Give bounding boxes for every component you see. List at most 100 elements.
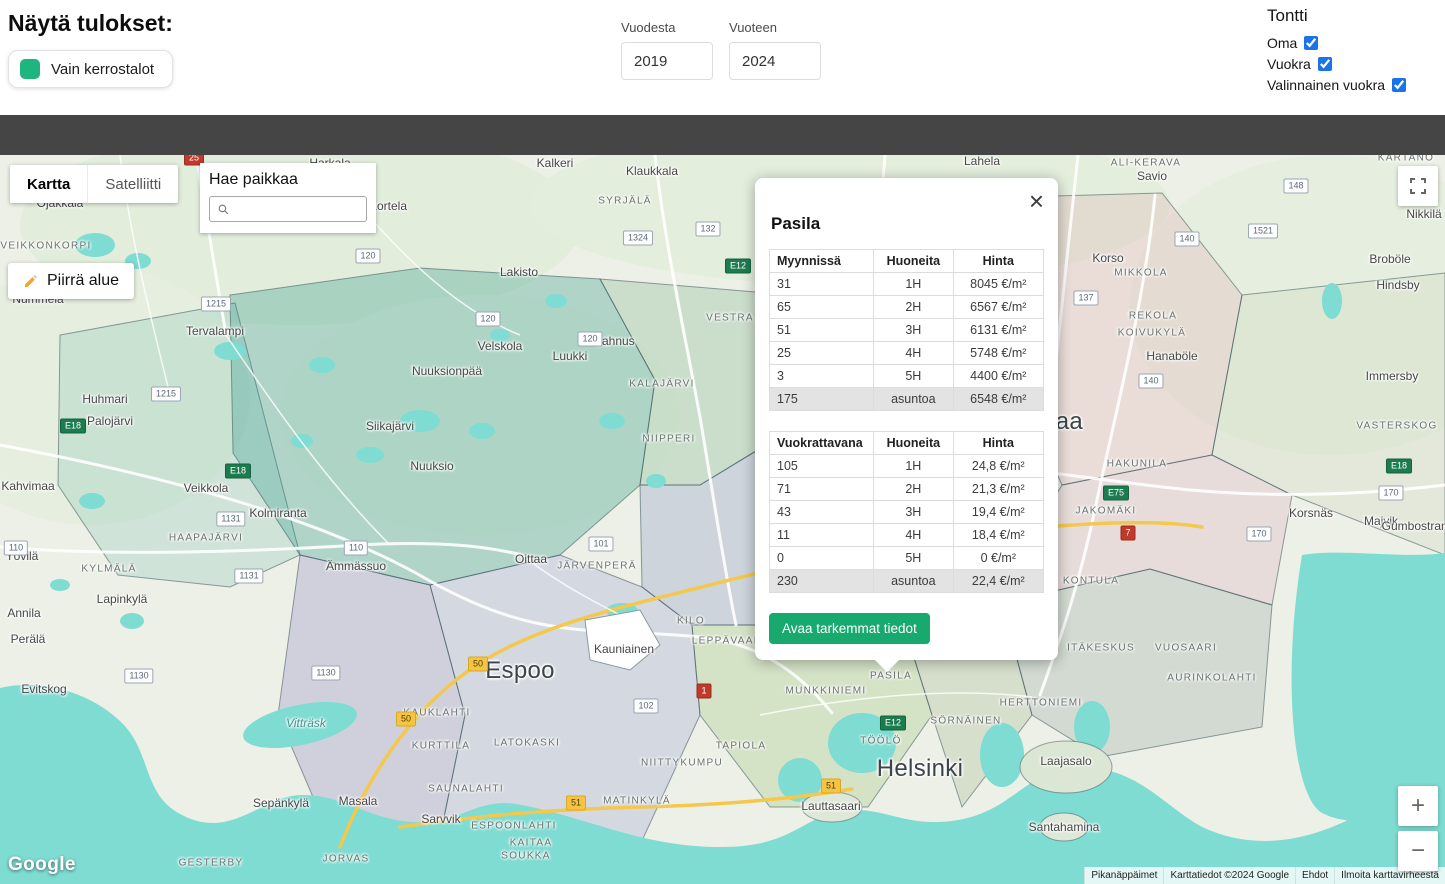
column-header: Huoneita (874, 432, 953, 455)
tontti-option-valinnainen-vuokra[interactable]: Valinnainen vuokra (1267, 77, 1406, 93)
table-cell: 21,3 €/m² (953, 478, 1043, 501)
summary-row: 230 asuntoa 22,4 €/m² (770, 570, 1044, 593)
table-cell: 25 (770, 342, 874, 365)
place-search-card: Hae paikkaa (200, 163, 376, 233)
table-cell: 5748 €/m² (953, 342, 1043, 365)
tontti-option-oma[interactable]: Oma (1267, 35, 1406, 51)
summary-cell: 175 (770, 388, 874, 411)
table-row: 254H5748 €/m² (770, 342, 1044, 365)
summary-cell: asuntoa (874, 388, 953, 411)
only-apartments-label: Vain kerrostalot (51, 61, 154, 78)
draw-area-button[interactable]: Piirrä alue (8, 263, 134, 299)
column-header: Myynnissä (770, 250, 874, 273)
table-row: 35H4400 €/m² (770, 365, 1044, 388)
table-cell: 43 (770, 501, 874, 524)
table-row: 311H8045 €/m² (770, 273, 1044, 296)
popup-title: Pasila (771, 214, 1044, 234)
map-data-copyright: Karttatiedot ©2024 Google (1163, 867, 1295, 884)
table-cell: 18,4 €/m² (953, 524, 1043, 547)
zoom-out-button[interactable]: − (1398, 831, 1438, 871)
tontti-option-valinnainen-vuokra-label: Valinnainen vuokra (1267, 77, 1385, 93)
summary-cell: 22,4 €/m² (953, 570, 1043, 593)
table-cell: 0 (770, 547, 874, 570)
year-to-input[interactable] (729, 42, 821, 80)
table-cell: 19,4 €/m² (953, 501, 1043, 524)
table-cell: 31 (770, 273, 874, 296)
rent-table: Vuokrattavana Huoneita Hinta 1051H24,8 €… (769, 431, 1044, 593)
table-row: 712H21,3 €/m² (770, 478, 1044, 501)
year-to-label: Vuoteen (729, 20, 821, 35)
table-row: 652H6567 €/m² (770, 296, 1044, 319)
map-type-map-button[interactable]: Kartta (10, 165, 87, 203)
draw-area-label: Piirrä alue (47, 272, 119, 290)
tontti-option-vuokra[interactable]: Vuokra (1267, 56, 1406, 72)
table-cell: 65 (770, 296, 874, 319)
search-icon (217, 203, 230, 216)
table-row: 05H0 €/m² (770, 547, 1044, 570)
tontti-option-oma-label: Oma (1267, 35, 1297, 51)
column-header: Hinta (953, 432, 1043, 455)
year-from-field: Vuodesta (621, 20, 713, 80)
place-search-label: Hae paikkaa (209, 171, 367, 189)
map-terrain (0, 155, 1445, 884)
table-row: 1051H24,8 €/m² (770, 455, 1044, 478)
terms-link[interactable]: Ehdot (1295, 867, 1334, 884)
table-cell: 4H (874, 524, 953, 547)
table-cell: 71 (770, 478, 874, 501)
table-cell: 2H (874, 296, 953, 319)
shortcuts-link[interactable]: Pikanäppäimet (1084, 867, 1163, 884)
zoom-in-button[interactable]: + (1398, 786, 1438, 826)
map-attribution: Pikanäppäimet Karttatiedot ©2024 Google … (1084, 867, 1445, 884)
table-cell: 5H (874, 365, 953, 388)
table-cell: 11 (770, 524, 874, 547)
map-type-control: Kartta Satelliitti (10, 165, 178, 203)
tontti-checkbox-oma[interactable] (1304, 36, 1318, 50)
place-search-input[interactable] (236, 201, 359, 218)
table-row: 114H18,4 €/m² (770, 524, 1044, 547)
year-from-input[interactable] (621, 42, 713, 80)
tontti-checkbox-valinnainen-vuokra[interactable] (1392, 78, 1406, 92)
map-type-satellite-button[interactable]: Satelliitti (87, 165, 178, 203)
table-cell: 105 (770, 455, 874, 478)
column-header: Vuokrattavana (770, 432, 874, 455)
top-bar: Näytä tulokset: Vain kerrostalot Vuodest… (0, 0, 1445, 115)
toolbar-strip (0, 115, 1445, 155)
toggle-color-swatch (20, 59, 40, 79)
close-icon[interactable]: × (1025, 186, 1048, 216)
summary-row: 175 asuntoa 6548 €/m² (770, 388, 1044, 411)
summary-cell: 230 (770, 570, 874, 593)
info-window: × Pasila Myynnissä Huoneita Hinta 311H80… (755, 178, 1058, 660)
table-row: 513H6131 €/m² (770, 319, 1044, 342)
only-apartments-toggle[interactable]: Vain kerrostalot (8, 50, 173, 88)
tontti-checkbox-vuokra[interactable] (1318, 57, 1332, 71)
table-cell: 3H (874, 319, 953, 342)
year-from-label: Vuodesta (621, 20, 713, 35)
map-canvas[interactable]: EspooHelsinkiVantaaHarkalaKalkeriKlaukka… (0, 155, 1445, 884)
google-logo[interactable]: Google (8, 854, 76, 876)
table-cell: 1H (874, 455, 953, 478)
table-cell: 4H (874, 342, 953, 365)
tontti-title: Tontti (1267, 6, 1406, 26)
pencil-icon (23, 273, 39, 289)
tontti-option-vuokra-label: Vuokra (1267, 56, 1311, 72)
page-title: Näytä tulokset: (8, 10, 173, 37)
table-cell: 0 €/m² (953, 547, 1043, 570)
fullscreen-button[interactable] (1398, 166, 1438, 206)
table-cell: 6567 €/m² (953, 296, 1043, 319)
year-to-field: Vuoteen (729, 20, 821, 80)
table-row: 433H19,4 €/m² (770, 501, 1044, 524)
table-cell: 6131 €/m² (953, 319, 1043, 342)
place-search-box[interactable] (209, 196, 367, 222)
sales-table: Myynnissä Huoneita Hinta 311H8045 €/m²65… (769, 249, 1044, 411)
table-cell: 4400 €/m² (953, 365, 1043, 388)
column-header: Huoneita (874, 250, 953, 273)
table-cell: 8045 €/m² (953, 273, 1043, 296)
table-cell: 51 (770, 319, 874, 342)
summary-cell: 6548 €/m² (953, 388, 1043, 411)
fullscreen-icon (1410, 178, 1426, 194)
rent-table-header-row: Vuokrattavana Huoneita Hinta (770, 432, 1044, 455)
column-header: Hinta (953, 250, 1043, 273)
open-details-button[interactable]: Avaa tarkemmat tiedot (769, 613, 930, 644)
tontti-panel: Tontti Oma Vuokra Valinnainen vuokra (1267, 6, 1406, 98)
table-cell: 2H (874, 478, 953, 501)
